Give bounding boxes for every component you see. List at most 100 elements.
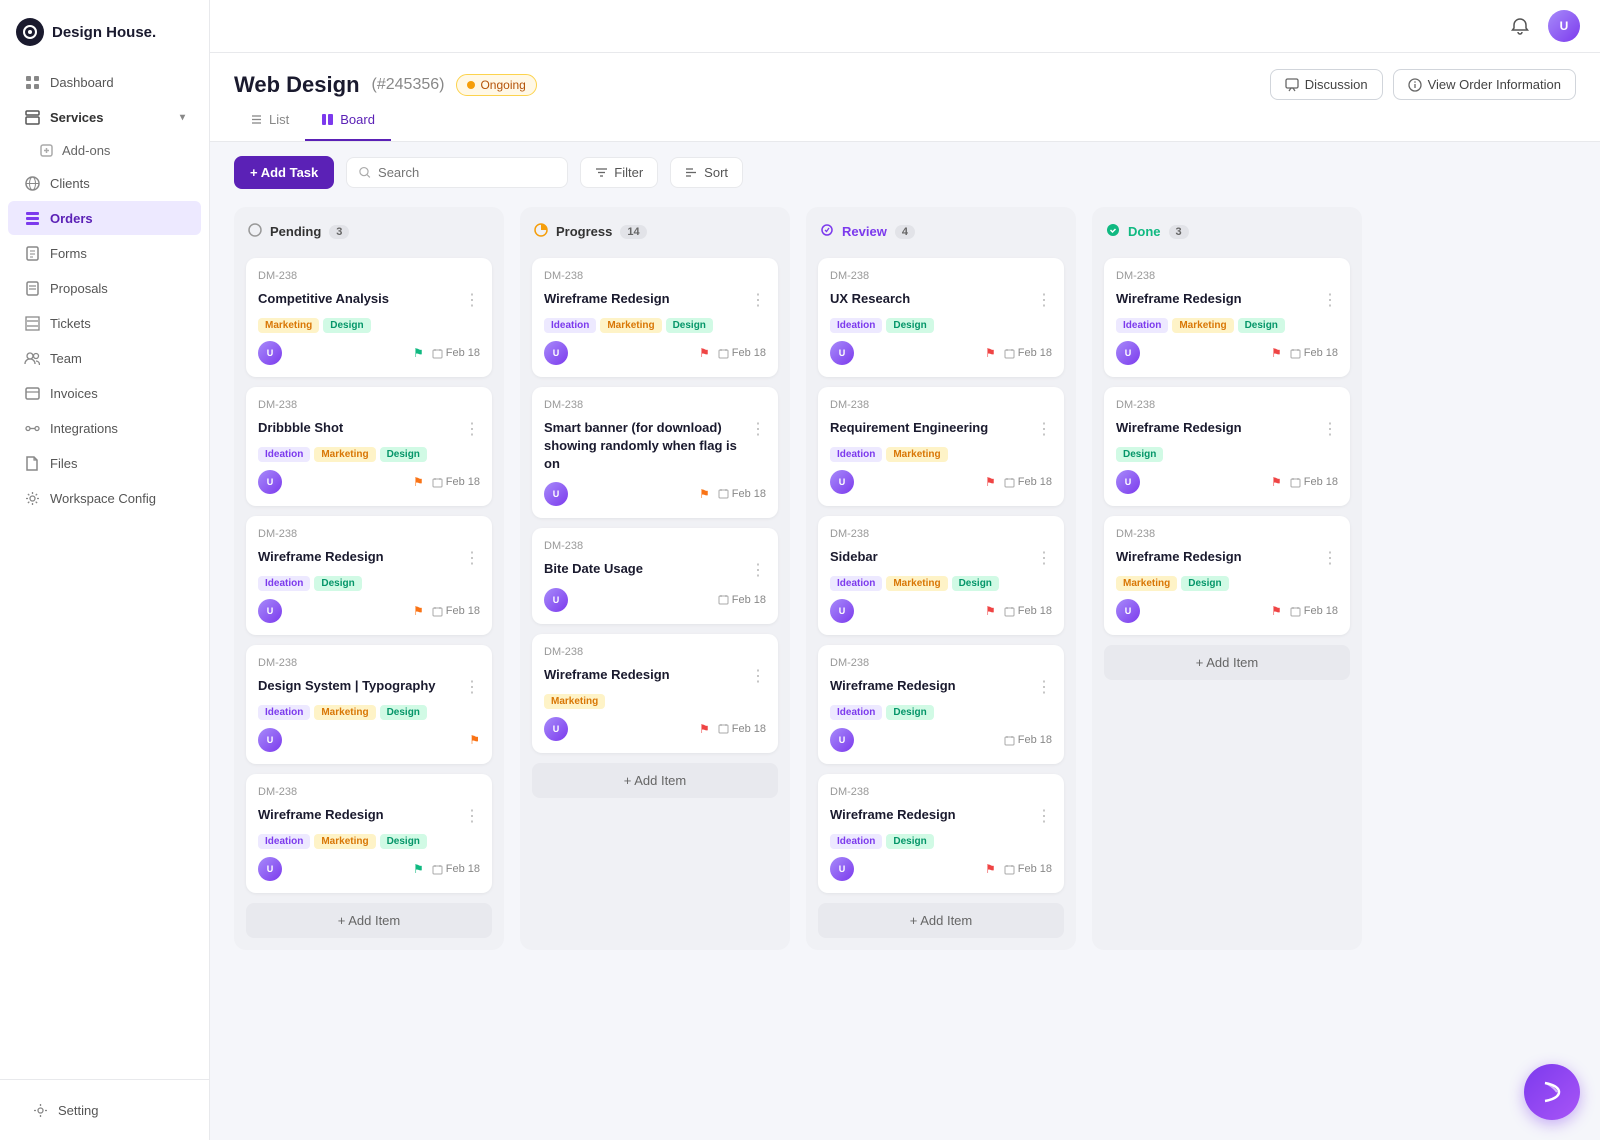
card-tags: IdeationDesign [830, 318, 1052, 333]
card-title-row: Sidebar ⋮ [830, 548, 1052, 568]
card-meta: ⚑ Feb 18 [985, 604, 1052, 618]
task-card[interactable]: DM-238 Design System | Typography ⋮ Idea… [246, 645, 492, 764]
flag-icon: ⚑ [469, 733, 480, 747]
card-more-button[interactable]: ⋮ [750, 290, 766, 310]
task-card[interactable]: DM-238 Wireframe Redesign ⋮ IdeationMark… [246, 774, 492, 893]
task-card[interactable]: DM-238 Wireframe Redesign ⋮ IdeationDesi… [818, 645, 1064, 764]
card-more-button[interactable]: ⋮ [464, 806, 480, 826]
discussion-button[interactable]: Discussion [1270, 69, 1383, 100]
flag-icon: ⚑ [699, 487, 710, 501]
add-item-button-progress[interactable]: + Add Item [532, 763, 778, 798]
task-card[interactable]: DM-238 Wireframe Redesign ⋮ IdeationDesi… [818, 774, 1064, 893]
done-status-icon [1106, 223, 1120, 240]
card-date: Feb 18 [1290, 476, 1338, 488]
card-meta: ⚑ Feb 18 [1271, 346, 1338, 360]
task-card[interactable]: DM-238 Competitive Analysis ⋮ MarketingD… [246, 258, 492, 377]
card-footer: U ⚑ Feb 18 [544, 482, 766, 506]
pending-status-icon [248, 223, 262, 240]
task-card[interactable]: DM-238 Wireframe Redesign ⋮ MarketingDes… [1104, 516, 1350, 635]
card-title-row: Wireframe Redesign ⋮ [830, 677, 1052, 697]
card-tag: Ideation [830, 447, 882, 462]
card-more-button[interactable]: ⋮ [1322, 290, 1338, 310]
notification-bell[interactable] [1504, 10, 1536, 42]
card-tags: IdeationMarketingDesign [544, 318, 766, 333]
task-card[interactable]: DM-238 Dribbble Shot ⋮ IdeationMarketing… [246, 387, 492, 506]
sidebar-item-services[interactable]: Services ▾ [8, 100, 201, 134]
task-card[interactable]: DM-238 UX Research ⋮ IdeationDesign U ⚑ … [818, 258, 1064, 377]
tab-list[interactable]: List [234, 100, 305, 141]
sidebar-item-invoices[interactable]: Invoices [8, 376, 201, 410]
card-more-button[interactable]: ⋮ [1322, 548, 1338, 568]
card-title-row: Wireframe Redesign ⋮ [258, 548, 480, 568]
card-meta: ⚑ Feb 18 [699, 722, 766, 736]
files-icon [24, 455, 40, 471]
user-avatar[interactable]: U [1548, 10, 1580, 42]
task-card[interactable]: DM-238 Wireframe Redesign ⋮ IdeationMark… [532, 258, 778, 377]
card-more-button[interactable]: ⋮ [464, 419, 480, 439]
tab-board[interactable]: Board [305, 100, 391, 141]
task-card[interactable]: DM-238 Wireframe Redesign ⋮ IdeationDesi… [246, 516, 492, 635]
card-more-button[interactable]: ⋮ [1036, 677, 1052, 697]
sidebar-item-proposals[interactable]: Proposals [8, 271, 201, 305]
card-more-button[interactable]: ⋮ [750, 560, 766, 580]
add-item-button-pending[interactable]: + Add Item [246, 903, 492, 938]
task-card[interactable]: DM-238 Smart banner (for download) showi… [532, 387, 778, 518]
sidebar-item-integrations[interactable]: Integrations [8, 411, 201, 445]
card-title-row: Wireframe Redesign ⋮ [1116, 419, 1338, 439]
task-card[interactable]: DM-238 Requirement Engineering ⋮ Ideatio… [818, 387, 1064, 506]
proposals-icon [24, 280, 40, 296]
card-date: Feb 18 [1004, 347, 1052, 359]
sidebar-item-workspace-config[interactable]: Workspace Config [8, 481, 201, 515]
add-task-button[interactable]: + Add Task [234, 156, 334, 189]
card-more-button[interactable]: ⋮ [1322, 419, 1338, 439]
card-avatar: U [830, 728, 854, 752]
add-item-button-review[interactable]: + Add Item [818, 903, 1064, 938]
task-card[interactable]: DM-238 Bite Date Usage ⋮ U Feb 18 [532, 528, 778, 624]
sidebar-item-forms[interactable]: Forms [8, 236, 201, 270]
card-tag: Ideation [258, 834, 310, 849]
task-card[interactable]: DM-238 Wireframe Redesign ⋮ IdeationMark… [1104, 258, 1350, 377]
sidebar-item-clients[interactable]: Clients [8, 166, 201, 200]
card-meta: ⚑ Feb 18 [1271, 604, 1338, 618]
sidebar-item-tickets[interactable]: Tickets [8, 306, 201, 340]
card-footer: U ⚑ Feb 18 [1116, 599, 1338, 623]
card-title: Wireframe Redesign [1116, 290, 1242, 308]
sidebar-item-setting[interactable]: Setting [16, 1093, 193, 1127]
flag-icon: ⚑ [985, 475, 996, 489]
card-more-button[interactable]: ⋮ [464, 290, 480, 310]
filter-label: Filter [614, 165, 643, 180]
card-avatar: U [544, 717, 568, 741]
card-more-button[interactable]: ⋮ [750, 419, 766, 439]
filter-button[interactable]: Filter [580, 157, 658, 188]
card-more-button[interactable]: ⋮ [1036, 806, 1052, 826]
card-date: Feb 18 [1004, 863, 1052, 875]
task-card[interactable]: DM-238 Wireframe Redesign ⋮ Marketing U … [532, 634, 778, 753]
app-logo[interactable]: Design House. [0, 0, 209, 64]
sidebar-item-addons[interactable]: Add-ons [26, 135, 209, 165]
card-more-button[interactable]: ⋮ [750, 666, 766, 686]
board-toolbar: + Add Task Filter Sort [210, 142, 1600, 203]
card-date: Feb 18 [718, 723, 766, 735]
card-more-button[interactable]: ⋮ [1036, 419, 1052, 439]
column-header-done: Done 3 [1104, 219, 1350, 248]
page-title: Web Design [234, 72, 360, 98]
column-done: Done 3 DM-238 Wireframe Redesign ⋮ Ideat… [1092, 207, 1362, 950]
task-card[interactable]: DM-238 Wireframe Redesign ⋮ Design U ⚑ F… [1104, 387, 1350, 506]
sort-button[interactable]: Sort [670, 157, 743, 188]
sidebar-item-team[interactable]: Team [8, 341, 201, 375]
card-more-button[interactable]: ⋮ [1036, 290, 1052, 310]
card-avatar: U [544, 341, 568, 365]
card-more-button[interactable]: ⋮ [464, 548, 480, 568]
card-more-button[interactable]: ⋮ [464, 677, 480, 697]
sidebar-item-dashboard[interactable]: Dashboard [8, 65, 201, 99]
card-more-button[interactable]: ⋮ [1036, 548, 1052, 568]
search-box[interactable] [346, 157, 568, 188]
card-tag: Marketing [886, 447, 947, 462]
view-order-button[interactable]: View Order Information [1393, 69, 1576, 100]
search-input[interactable] [378, 165, 555, 180]
sidebar-item-files[interactable]: Files [8, 446, 201, 480]
services-icon [24, 109, 40, 125]
task-card[interactable]: DM-238 Sidebar ⋮ IdeationMarketingDesign… [818, 516, 1064, 635]
sidebar-item-orders[interactable]: Orders [8, 201, 201, 235]
add-item-button-done[interactable]: + Add Item [1104, 645, 1350, 680]
